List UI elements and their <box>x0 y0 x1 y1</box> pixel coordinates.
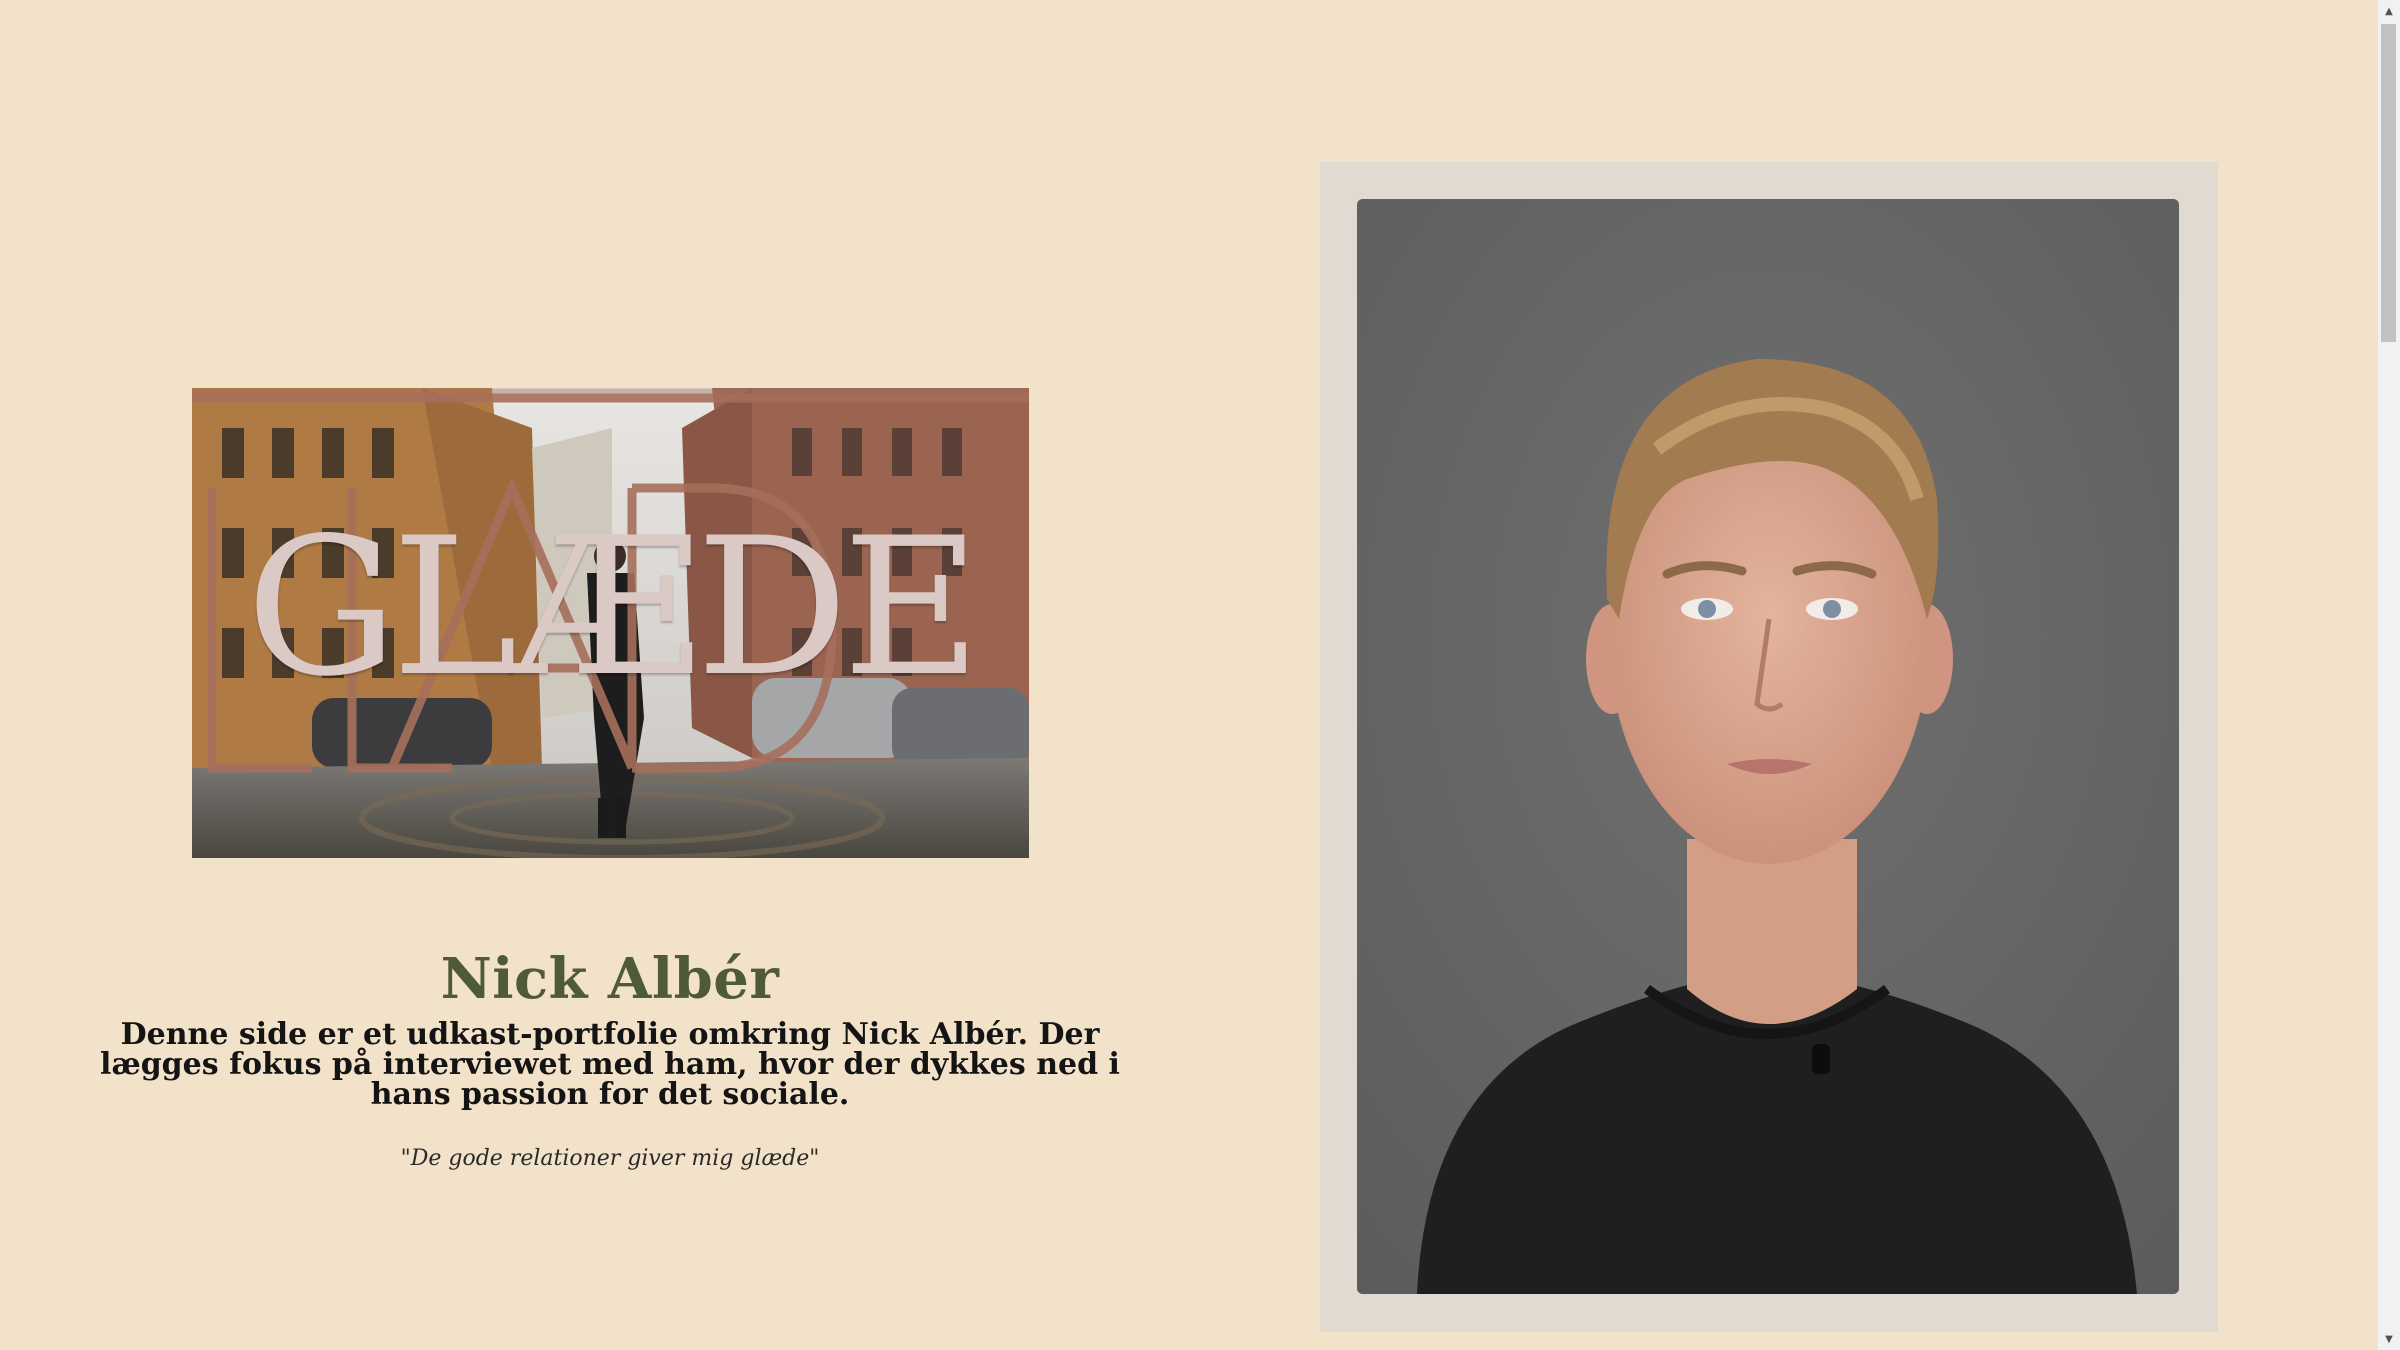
scroll-down-icon[interactable]: ▼ <box>2378 1328 2400 1350</box>
hero-video-thumbnail[interactable]: GLÆDE <box>192 388 1029 858</box>
portrait-image <box>1357 199 2179 1294</box>
intro-paragraph: Denne side er et udkast-portfolie omkrin… <box>100 1017 1120 1112</box>
scrollbar-thumb[interactable] <box>2381 24 2396 342</box>
portrait-video[interactable] <box>1357 199 2179 1294</box>
scroll-up-icon[interactable]: ▲ <box>2378 0 2400 22</box>
page-title: Nick Albér <box>440 946 780 1012</box>
portrait-frame <box>1320 162 2218 1332</box>
hero-overlay-word: GLÆDE <box>245 497 981 718</box>
page: GLÆDE Nick Albér Denne side er et udkast… <box>0 0 2400 1350</box>
quote-text: "De gode relationer giver mig glæde" <box>400 1146 820 1171</box>
vertical-scrollbar[interactable]: ▲ ▼ <box>2377 0 2400 1350</box>
